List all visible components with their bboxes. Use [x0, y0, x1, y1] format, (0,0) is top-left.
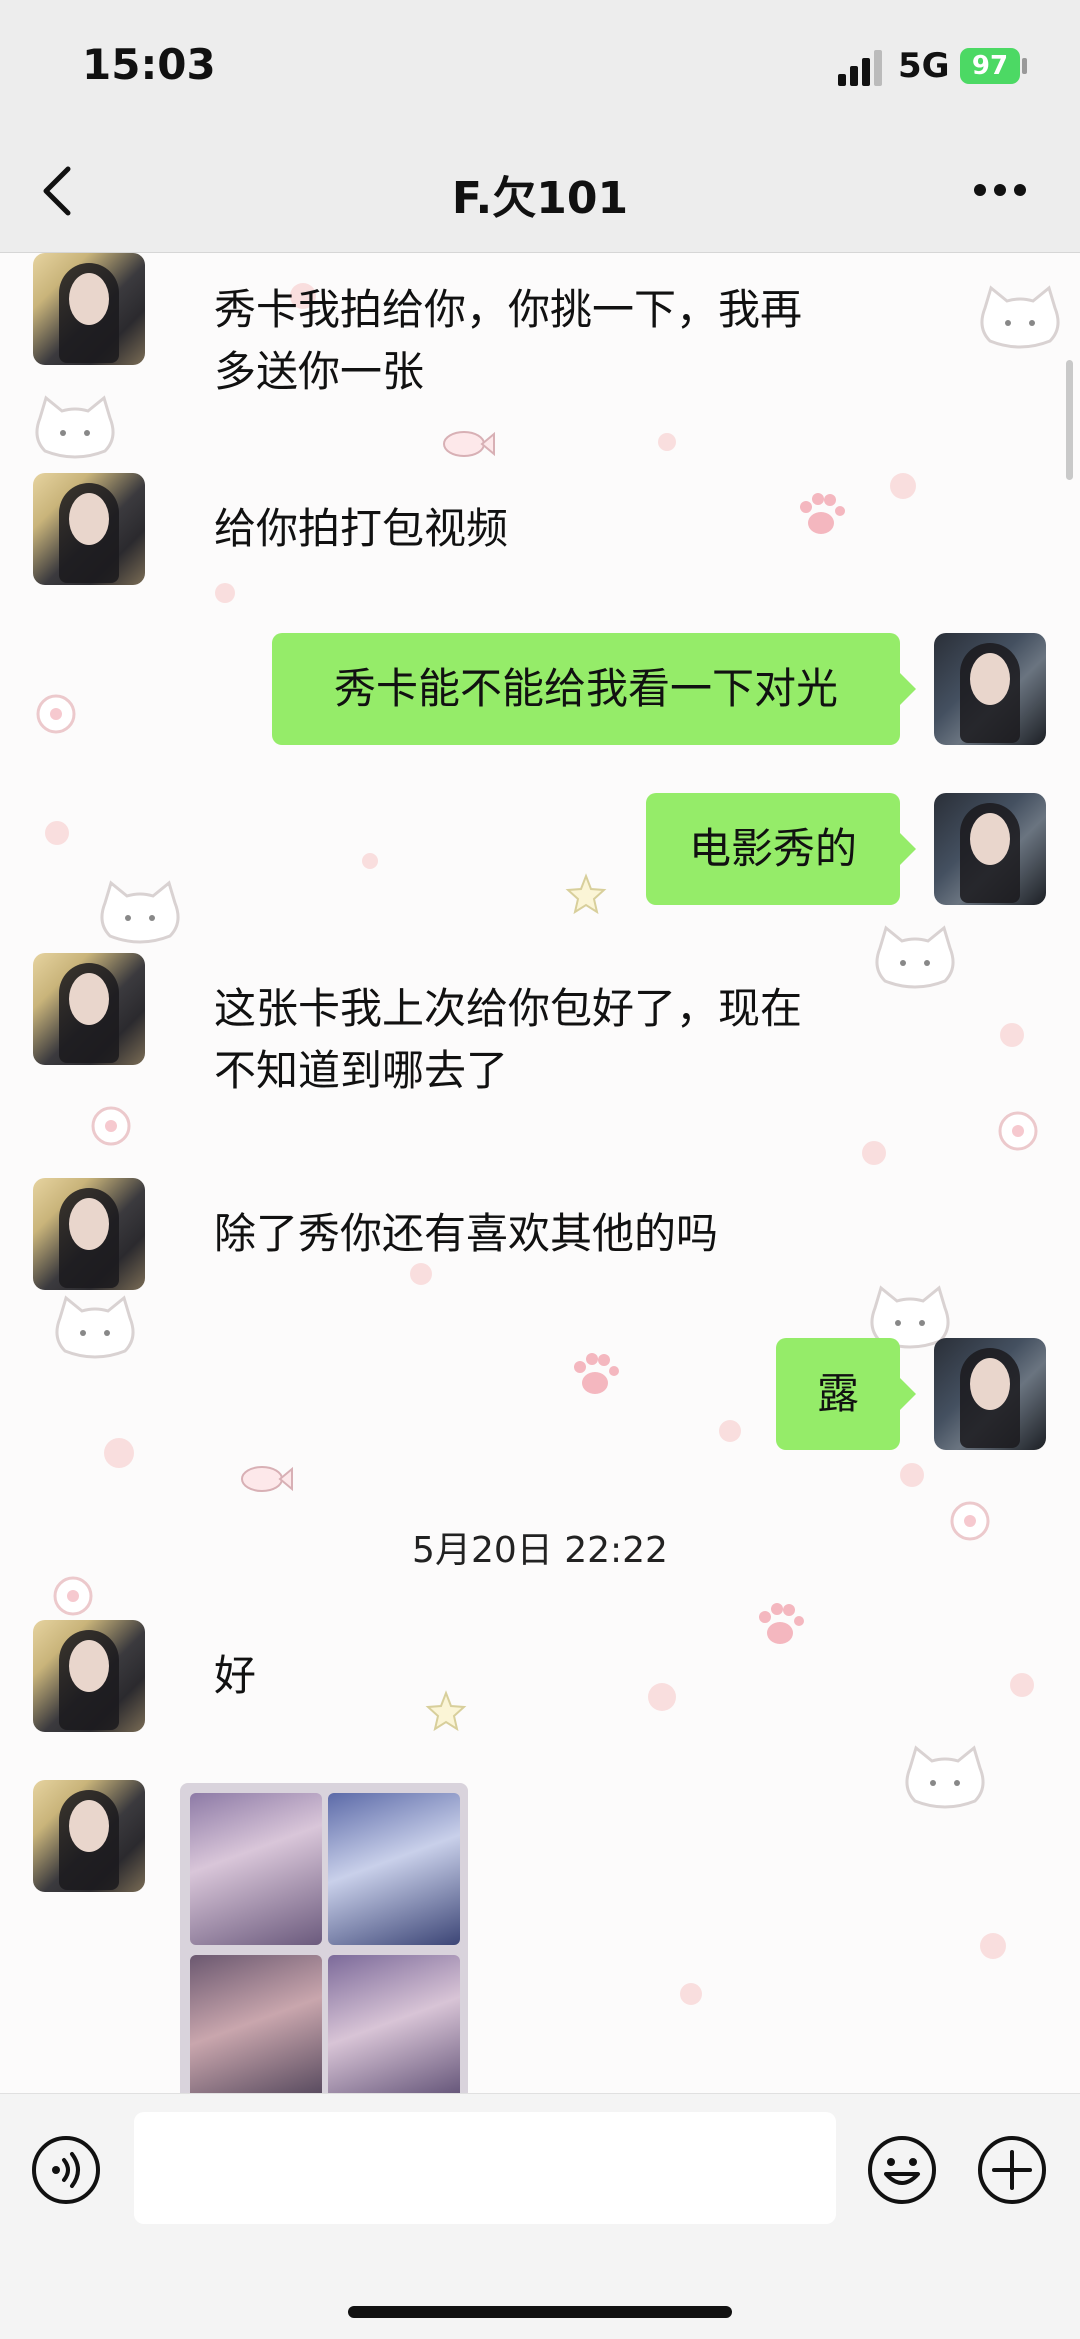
bg-dot	[648, 1683, 676, 1711]
bg-dot	[45, 821, 69, 845]
bg-dot	[1010, 1673, 1034, 1697]
bg-dot	[104, 1438, 134, 1468]
message-line: 好	[214, 1651, 257, 1700]
message-text[interactable]: 好	[214, 1645, 256, 1707]
bg-dot	[362, 853, 378, 869]
chat-title: F.欠101	[451, 173, 629, 224]
sent-message-bubble[interactable]: 秀卡能不能给我看一下对光	[272, 633, 916, 745]
avatar-face	[69, 493, 109, 545]
friend-avatar[interactable]	[33, 1620, 145, 1732]
avatar-face	[970, 1358, 1010, 1410]
chat-area[interactable]: 秀卡我拍给你，你挑一下，我再 多送你一张 给你拍打包视频 秀卡能不能给我看一下对…	[0, 253, 1080, 2093]
plus-icon[interactable]	[976, 2134, 1048, 2206]
cat-sticker-icon	[980, 285, 1060, 349]
home-indicator	[348, 2306, 732, 2318]
photo-message[interactable]	[180, 1783, 468, 2093]
message-line: 这张卡我上次给你包好了，现在	[214, 984, 803, 1033]
bg-dot	[862, 1141, 886, 1165]
avatar-face	[970, 653, 1010, 705]
bg-dot	[719, 1420, 741, 1442]
message-line: 给你拍打包视频	[214, 504, 509, 553]
flower-icon	[91, 1106, 131, 1146]
avatar-face	[970, 813, 1010, 865]
fish-icon	[443, 431, 495, 457]
signal-icon	[838, 50, 882, 86]
message-line: 除了秀你还有喜欢其他的吗	[214, 1209, 719, 1258]
bg-dot	[890, 473, 916, 499]
scrollbar[interactable]	[1066, 360, 1073, 480]
battery-indicator: 97	[960, 48, 1020, 84]
paw-icon	[574, 1353, 619, 1394]
battery-tip	[1022, 58, 1027, 74]
cat-sticker-icon	[100, 880, 180, 944]
avatar-face	[69, 1800, 109, 1852]
message-line: 不知道到哪去了	[214, 1046, 509, 1095]
sent-message-bubble[interactable]: 露	[776, 1338, 916, 1450]
friend-avatar[interactable]	[33, 253, 145, 365]
voice-icon[interactable]	[30, 2134, 102, 2206]
message-line: 多送你一张	[214, 347, 425, 396]
network-label: 5G	[898, 46, 950, 86]
bg-dot	[658, 433, 676, 451]
message-text[interactable]: 秀卡我拍给你，你挑一下，我再 多送你一张	[214, 279, 802, 403]
photocard-image	[328, 1955, 460, 2093]
friend-avatar[interactable]	[33, 473, 145, 585]
photocard-image	[190, 1955, 322, 2093]
flower-icon	[36, 694, 76, 734]
cat-sticker-icon	[55, 1295, 135, 1359]
chat-header: F.欠101	[0, 130, 1080, 253]
message-text[interactable]: 这张卡我上次给你包好了，现在 不知道到哪去了	[214, 978, 802, 1102]
message-text[interactable]: 给你拍打包视频	[214, 498, 508, 560]
avatar-face	[69, 1198, 109, 1250]
message-line: 秀卡我拍给你，你挑一下，我再	[214, 285, 803, 334]
friend-avatar[interactable]	[33, 1780, 145, 1892]
photocard-image	[328, 1793, 460, 1945]
message-text[interactable]: 除了秀你还有喜欢其他的吗	[214, 1203, 718, 1265]
status-time: 15:03	[82, 40, 216, 89]
fish-icon	[241, 1466, 293, 1492]
photocard-image	[190, 1793, 322, 1945]
star-icon	[425, 1690, 467, 1732]
cat-sticker-icon	[905, 1745, 985, 1809]
star-icon	[565, 873, 607, 915]
friend-avatar[interactable]	[33, 1178, 145, 1290]
chat-timestamp: 5月20日 22:22	[412, 1530, 668, 1571]
my-avatar[interactable]	[934, 793, 1046, 905]
bg-dot	[1000, 1023, 1024, 1047]
input-bar	[0, 2093, 1080, 2339]
avatar-face	[69, 973, 109, 1025]
paw-icon	[800, 493, 845, 534]
my-avatar[interactable]	[934, 633, 1046, 745]
bg-dot	[680, 1983, 702, 2005]
avatar-face	[69, 1640, 109, 1692]
message-input[interactable]	[134, 2112, 836, 2224]
cat-sticker-icon	[875, 925, 955, 989]
cat-sticker-icon	[35, 395, 115, 459]
bg-dot	[980, 1933, 1006, 1959]
paw-icon	[759, 1603, 804, 1644]
avatar-face	[69, 273, 109, 325]
bg-dot	[215, 583, 235, 603]
battery-level: 97	[971, 51, 1009, 81]
emoji-icon[interactable]	[866, 2134, 938, 2206]
bg-dot	[900, 1463, 924, 1487]
friend-avatar[interactable]	[33, 953, 145, 1065]
my-avatar[interactable]	[934, 1338, 1046, 1450]
flower-icon	[53, 1576, 93, 1616]
sent-message-bubble[interactable]: 电影秀的	[646, 793, 916, 905]
bg-dot	[410, 1263, 432, 1285]
more-dots-icon[interactable]	[972, 180, 1028, 200]
status-bar: 15:03 5G 97	[0, 0, 1080, 130]
flower-icon	[998, 1111, 1038, 1151]
